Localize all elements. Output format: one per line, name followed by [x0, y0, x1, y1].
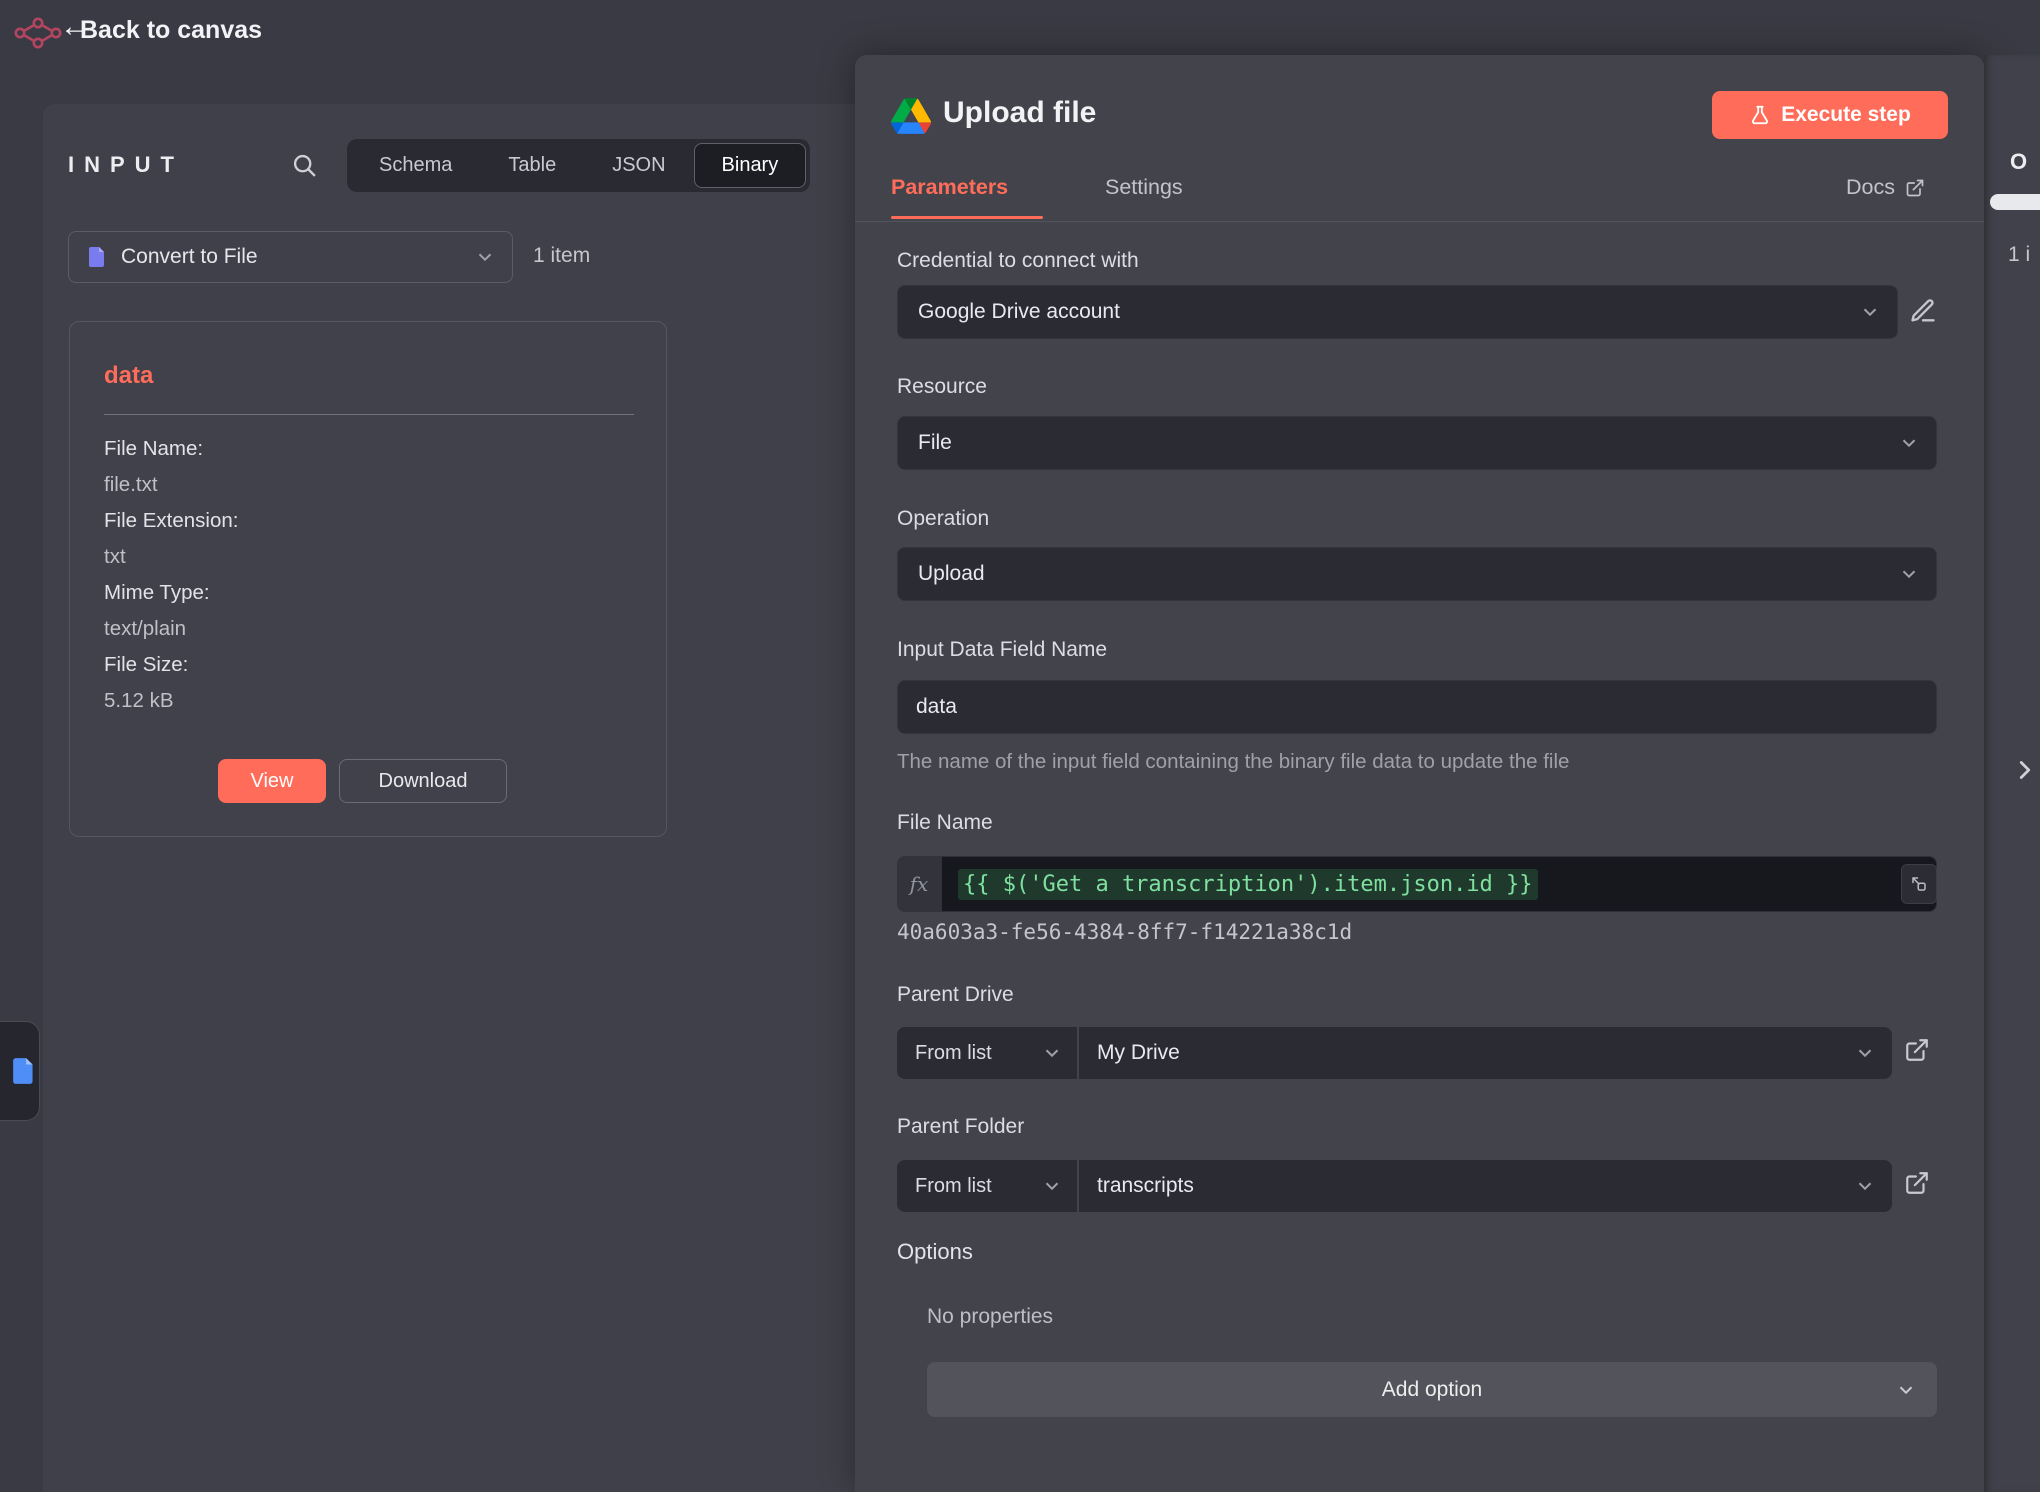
- execute-step-label: Execute step: [1781, 103, 1911, 127]
- open-parent-folder-icon[interactable]: [1904, 1170, 1930, 1196]
- tab-table[interactable]: Table: [480, 143, 584, 188]
- docs-link[interactable]: Docs: [1846, 175, 1925, 200]
- options-label: Options: [897, 1239, 973, 1265]
- binary-field-value: txt: [104, 539, 238, 575]
- binary-field-label: File Size:: [104, 647, 238, 683]
- resource-label: Resource: [897, 374, 987, 400]
- chevron-down-icon: [1854, 1042, 1876, 1064]
- binary-field-value: file.txt: [104, 467, 238, 503]
- n8n-logo-icon: [12, 14, 64, 52]
- parent-folder-select[interactable]: transcripts: [1079, 1160, 1892, 1212]
- input-source-label: Convert to File: [121, 245, 258, 269]
- google-drive-icon: [891, 98, 931, 134]
- add-option-button[interactable]: Add option: [927, 1362, 1937, 1417]
- input-item-count: 1 item: [533, 244, 590, 268]
- output-panel-partial: O 1 i: [1984, 55, 2040, 1492]
- flask-icon: [1749, 104, 1771, 126]
- chevron-right-icon[interactable]: [2010, 755, 2040, 785]
- operation-label: Operation: [897, 506, 989, 532]
- chevron-down-icon: [1041, 1175, 1063, 1197]
- chevron-down-icon: [1041, 1042, 1063, 1064]
- binary-field-value: 5.12 kB: [104, 683, 238, 719]
- operation-value: Upload: [918, 562, 985, 586]
- output-item-count: 1 i: [2008, 243, 2030, 267]
- input-data-field-hint: The name of the input field containing t…: [897, 750, 1569, 774]
- binary-data-card: data File Name: file.txt File Extension:…: [69, 321, 667, 837]
- divider: [855, 221, 1984, 222]
- convert-to-file-icon: [85, 245, 109, 269]
- parent-folder-mode-select[interactable]: From list: [897, 1160, 1077, 1212]
- download-button[interactable]: Download: [339, 759, 507, 803]
- file-name-label: File Name: [897, 810, 993, 836]
- expression-fx-badge: fx: [897, 856, 941, 912]
- binary-field-label: File Extension:: [104, 503, 238, 539]
- search-icon[interactable]: [291, 152, 319, 180]
- input-source-select[interactable]: Convert to File: [68, 231, 513, 283]
- file-name-expression-input[interactable]: {{ $('Get a transcription').item.json.id…: [941, 856, 1937, 912]
- parent-drive-select[interactable]: My Drive: [1079, 1027, 1892, 1079]
- credential-label: Credential to connect with: [897, 248, 1139, 274]
- parent-drive-label: Parent Drive: [897, 982, 1014, 1008]
- divider: [104, 414, 634, 415]
- credential-value: Google Drive account: [918, 300, 1120, 324]
- input-panel: INPUT Schema Table JSON Binary Convert t…: [43, 104, 855, 1492]
- from-list-label: From list: [915, 1175, 992, 1198]
- docs-label: Docs: [1846, 175, 1895, 200]
- edit-credential-icon[interactable]: [1909, 297, 1937, 325]
- parent-drive-mode-select[interactable]: From list: [897, 1027, 1077, 1079]
- chevron-down-icon: [474, 246, 496, 268]
- operation-select[interactable]: Upload: [897, 547, 1937, 601]
- view-button[interactable]: View: [218, 759, 326, 803]
- chevron-down-icon: [1898, 563, 1920, 585]
- parent-folder-value: transcripts: [1097, 1174, 1194, 1198]
- output-panel-title: O: [2010, 149, 2035, 175]
- input-panel-title: INPUT: [68, 152, 184, 178]
- tab-settings[interactable]: Settings: [1105, 175, 1183, 200]
- from-list-label: From list: [915, 1042, 992, 1065]
- file-icon: [8, 1049, 39, 1093]
- open-expression-editor-button[interactable]: [1901, 864, 1937, 904]
- tab-parameters[interactable]: Parameters: [891, 175, 1008, 200]
- no-properties-text: No properties: [927, 1305, 1053, 1329]
- binary-field-value: text/plain: [104, 611, 238, 647]
- open-parent-drive-icon[interactable]: [1904, 1037, 1930, 1063]
- execute-step-button[interactable]: Execute step: [1712, 91, 1948, 139]
- canvas-node-partial[interactable]: [0, 1021, 40, 1121]
- parent-drive-value: My Drive: [1097, 1041, 1180, 1065]
- tab-json[interactable]: JSON: [584, 143, 693, 188]
- chevron-down-icon: [1854, 1175, 1876, 1197]
- expression-result: 40a603a3-fe56-4384-8ff7-f14221a38c1d: [897, 920, 1352, 944]
- chevron-down-icon: [1859, 301, 1881, 323]
- open-expression-editor-icon: [1910, 875, 1928, 893]
- page: ← Back to canvas INPUT Schema Table JSON…: [0, 0, 2040, 1492]
- input-data-field-input[interactable]: [897, 680, 1937, 734]
- node-detail-panel: Upload file Execute step Parameters Sett…: [855, 55, 1984, 1492]
- resource-value: File: [918, 431, 952, 455]
- binary-field-label: Mime Type:: [104, 575, 238, 611]
- resource-select[interactable]: File: [897, 416, 1937, 470]
- binary-key: data: [104, 362, 153, 390]
- parent-folder-label: Parent Folder: [897, 1114, 1024, 1140]
- tab-binary[interactable]: Binary: [694, 143, 807, 188]
- back-to-canvas-link[interactable]: Back to canvas: [80, 16, 262, 45]
- expression-code: {{ $('Get a transcription').item.json.id…: [958, 869, 1538, 900]
- chevron-down-icon: [1895, 1379, 1917, 1401]
- node-title: Upload file: [943, 96, 1096, 130]
- external-link-icon: [1905, 178, 1925, 198]
- binary-field-label: File Name:: [104, 431, 238, 467]
- display-mode-tabs: Schema Table JSON Binary: [347, 139, 810, 192]
- active-tab-indicator: [891, 216, 1043, 219]
- chevron-down-icon: [1898, 432, 1920, 454]
- tab-schema[interactable]: Schema: [351, 143, 480, 188]
- add-option-label: Add option: [1382, 1378, 1482, 1402]
- input-data-field-label: Input Data Field Name: [897, 637, 1107, 663]
- output-header-pill: [1990, 194, 2040, 210]
- credential-select[interactable]: Google Drive account: [897, 285, 1898, 339]
- binary-fields: File Name: file.txt File Extension: txt …: [104, 431, 238, 719]
